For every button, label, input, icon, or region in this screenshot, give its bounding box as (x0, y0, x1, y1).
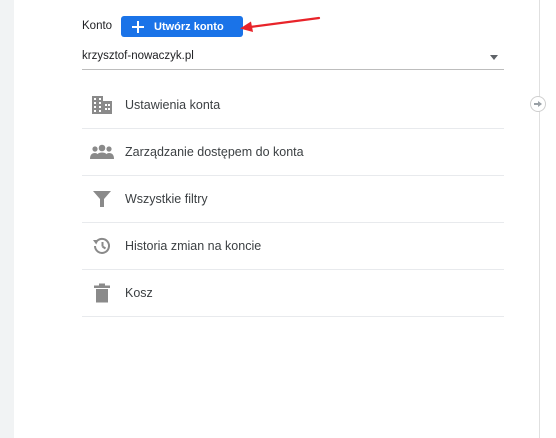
menu-item-label: Historia zmian na koncie (125, 239, 262, 253)
menu-item-label: Kosz (125, 286, 153, 300)
account-menu: Ustawienia konta Zarządzanie dostępem do… (82, 82, 504, 317)
create-account-button[interactable]: Utwórz konto (121, 16, 243, 37)
menu-item-change-history[interactable]: Historia zmian na koncie (82, 223, 504, 270)
history-icon (90, 234, 114, 258)
plus-icon (130, 20, 146, 34)
account-select[interactable]: krzysztof-nowaczyk.pl (82, 46, 504, 70)
menu-item-trash[interactable]: Kosz (82, 270, 504, 317)
left-rail (0, 0, 14, 438)
arrow-right-icon (534, 101, 542, 107)
menu-item-label: Zarządzanie dostępem do konta (125, 145, 304, 159)
menu-item-label: Wszystkie filtry (125, 192, 208, 206)
column-divider (539, 0, 540, 438)
menu-item-all-filters[interactable]: Wszystkie filtry (82, 176, 504, 223)
menu-item-account-settings[interactable]: Ustawienia konta (82, 82, 504, 129)
annotation-arrow-icon (240, 16, 321, 32)
menu-item-label: Ustawienia konta (125, 98, 221, 112)
trash-icon (90, 281, 114, 305)
menu-item-access-management[interactable]: Zarządzanie dostępem do konta (82, 129, 504, 176)
building-icon (90, 93, 114, 117)
account-label: Konto (82, 20, 113, 32)
filter-icon (90, 187, 114, 211)
people-icon (90, 140, 114, 164)
collapse-column-button[interactable] (530, 96, 546, 112)
create-account-button-label: Utwórz konto (154, 20, 224, 33)
dropdown-caret-icon (490, 55, 498, 60)
account-select-value: krzysztof-nowaczyk.pl (82, 50, 194, 62)
